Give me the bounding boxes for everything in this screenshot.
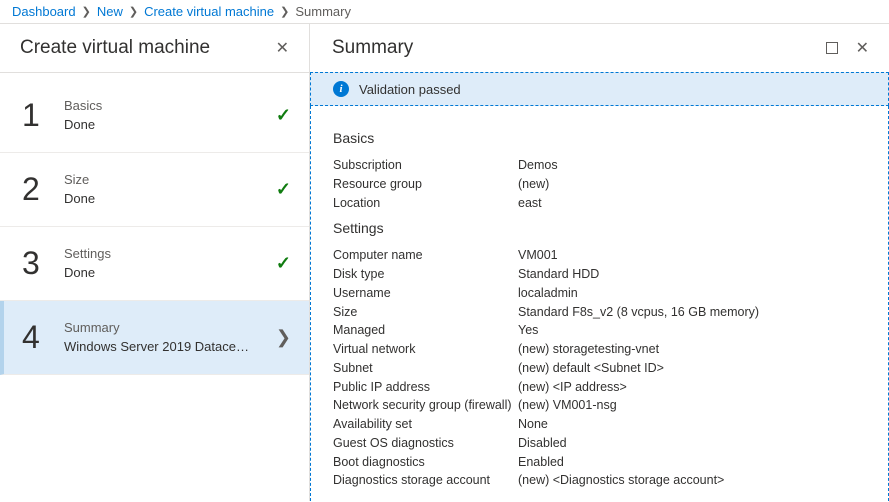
kv-key: Size [333, 303, 518, 322]
kv-row: Network security group (firewall)(new) V… [333, 396, 866, 415]
step-size[interactable]: 2 Size Done ✓ [0, 153, 309, 227]
breadcrumb: Dashboard ❯ New ❯ Create virtual machine… [0, 0, 889, 23]
kv-row: Virtual network(new) storagetesting-vnet [333, 340, 866, 359]
kv-row: SubscriptionDemos [333, 156, 866, 175]
step-label: Basics [64, 97, 276, 115]
summary-header: Summary ✕ [310, 24, 889, 72]
kv-key: Location [333, 194, 518, 213]
kv-row: SizeStandard F8s_v2 (8 vcpus, 16 GB memo… [333, 303, 866, 322]
step-label: Size [64, 171, 276, 189]
kv-key: Resource group [333, 175, 518, 194]
validation-banner: i Validation passed [310, 72, 889, 106]
wizard-title: Create virtual machine [20, 37, 210, 59]
wizard-header: Create virtual machine ✕ [0, 24, 309, 73]
breadcrumb-link-create-vm[interactable]: Create virtual machine [144, 4, 274, 19]
kv-row: Locationeast [333, 194, 866, 213]
kv-val: (new) storagetesting-vnet [518, 340, 659, 359]
maximize-icon[interactable] [826, 42, 838, 54]
kv-row: Boot diagnosticsEnabled [333, 453, 866, 472]
kv-row: Usernamelocaladmin [333, 284, 866, 303]
step-basics[interactable]: 1 Basics Done ✓ [0, 79, 309, 153]
kv-val: Disabled [518, 434, 567, 453]
kv-val: Demos [518, 156, 558, 175]
kv-row: Subnet(new) default <Subnet ID> [333, 359, 866, 378]
breadcrumb-current: Summary [295, 4, 351, 19]
kv-val: Standard HDD [518, 265, 599, 284]
kv-val: (new) VM001-nsg [518, 396, 617, 415]
kv-val: (new) default <Subnet ID> [518, 359, 664, 378]
kv-key: Guest OS diagnostics [333, 434, 518, 453]
kv-val: Enabled [518, 453, 564, 472]
chevron-right-icon: ❯ [276, 327, 291, 348]
kv-val: None [518, 415, 548, 434]
kv-val: Yes [518, 321, 538, 340]
breadcrumb-link-new[interactable]: New [97, 4, 123, 19]
step-number: 2 [22, 171, 64, 208]
kv-key: Virtual network [333, 340, 518, 359]
step-subtitle: Windows Server 2019 Datacent... [64, 338, 249, 356]
step-number: 1 [22, 97, 64, 134]
checkmark-icon: ✓ [276, 179, 291, 200]
kv-key: Public IP address [333, 378, 518, 397]
close-icon[interactable]: ✕ [272, 34, 293, 62]
kv-val: (new) <IP address> [518, 378, 627, 397]
summary-body: Basics SubscriptionDemos Resource group(… [310, 106, 889, 501]
kv-row: Disk typeStandard HDD [333, 265, 866, 284]
info-icon: i [333, 81, 349, 97]
checkmark-icon: ✓ [276, 105, 291, 126]
kv-row: Computer nameVM001 [333, 246, 866, 265]
step-number: 3 [22, 245, 64, 282]
kv-row: Public IP address(new) <IP address> [333, 378, 866, 397]
step-status: Done [64, 264, 249, 282]
kv-val: VM001 [518, 246, 558, 265]
kv-val: localadmin [518, 284, 578, 303]
section-title-settings: Settings [333, 220, 866, 236]
summary-title: Summary [332, 37, 413, 59]
chevron-right-icon: ❯ [129, 5, 138, 18]
kv-row: ManagedYes [333, 321, 866, 340]
step-label: Summary [64, 319, 276, 337]
kv-key: Managed [333, 321, 518, 340]
kv-key: Computer name [333, 246, 518, 265]
wizard-steps: 1 Basics Done ✓ 2 Size Done ✓ 3 Settings [0, 73, 309, 375]
breadcrumb-link-dashboard[interactable]: Dashboard [12, 4, 76, 19]
kv-val: Standard F8s_v2 (8 vcpus, 16 GB memory) [518, 303, 759, 322]
kv-row: Availability setNone [333, 415, 866, 434]
step-number: 4 [22, 319, 64, 356]
wizard-pane: Create virtual machine ✕ 1 Basics Done ✓… [0, 24, 310, 501]
kv-val: (new) <Diagnostics storage account> [518, 471, 724, 490]
validation-text: Validation passed [359, 82, 461, 97]
chevron-right-icon: ❯ [82, 5, 91, 18]
kv-key: Username [333, 284, 518, 303]
kv-key: Boot diagnostics [333, 453, 518, 472]
kv-row: Resource group(new) [333, 175, 866, 194]
kv-row: Diagnostics storage account(new) <Diagno… [333, 471, 866, 490]
kv-key: Diagnostics storage account [333, 471, 518, 490]
chevron-right-icon: ❯ [280, 5, 289, 18]
step-status: Done [64, 116, 249, 134]
step-label: Settings [64, 245, 276, 263]
kv-val: (new) [518, 175, 549, 194]
step-settings[interactable]: 3 Settings Done ✓ [0, 227, 309, 301]
kv-val: east [518, 194, 542, 213]
kv-key: Availability set [333, 415, 518, 434]
section-title-basics: Basics [333, 130, 866, 146]
kv-key: Subscription [333, 156, 518, 175]
kv-key: Subnet [333, 359, 518, 378]
kv-row: Guest OS diagnosticsDisabled [333, 434, 866, 453]
close-icon[interactable]: ✕ [852, 34, 873, 62]
checkmark-icon: ✓ [276, 253, 291, 274]
summary-pane: Summary ✕ i Validation passed Basics Sub… [310, 24, 889, 501]
kv-key: Network security group (firewall) [333, 396, 518, 415]
step-status: Done [64, 190, 249, 208]
kv-key: Disk type [333, 265, 518, 284]
step-summary[interactable]: 4 Summary Windows Server 2019 Datacent..… [0, 301, 309, 375]
